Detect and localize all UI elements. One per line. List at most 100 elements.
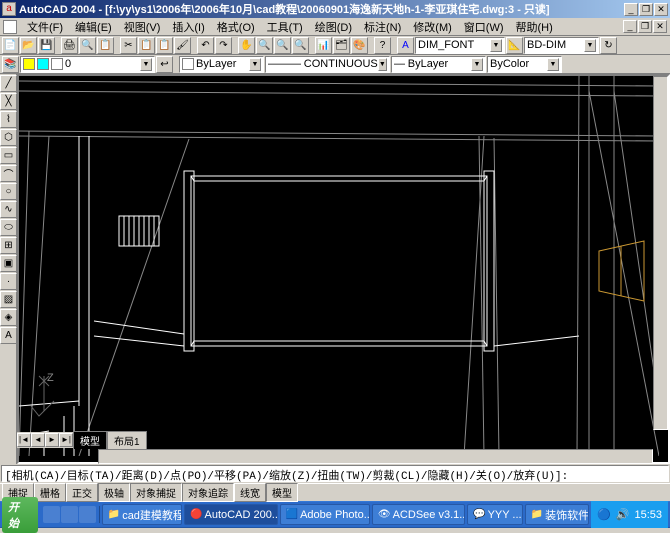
ortho-toggle[interactable]: 正交 bbox=[66, 483, 98, 502]
quicklaunch-icon[interactable] bbox=[43, 506, 60, 523]
otrack-toggle[interactable]: 对象追踪 bbox=[182, 483, 234, 502]
paste-button[interactable]: 📋 bbox=[156, 37, 173, 54]
viewport[interactable]: Z bbox=[17, 74, 670, 464]
lwt-toggle[interactable]: 线宽 bbox=[234, 483, 266, 502]
match-button[interactable]: 🖌 bbox=[174, 37, 191, 54]
doc-restore-button[interactable]: ❐ bbox=[638, 20, 652, 33]
color-dropdown[interactable]: ByLayer▼ bbox=[179, 56, 264, 73]
zoom-button[interactable]: 🔍 bbox=[256, 37, 273, 54]
zoom-prev-button[interactable]: 🔍 bbox=[292, 37, 309, 54]
region-tool[interactable]: ◈ bbox=[0, 309, 17, 326]
tab-model[interactable]: 模型 bbox=[73, 431, 107, 449]
horizontal-scrollbar[interactable] bbox=[98, 449, 653, 464]
menu-tools[interactable]: 工具(T) bbox=[261, 18, 309, 36]
taskbar: 开始 📁cad建模教程 🔴AutoCAD 200... 🟦Adobe Photo… bbox=[0, 501, 670, 528]
menu-format[interactable]: 格式(O) bbox=[211, 18, 261, 36]
taskbar-item[interactable]: 💬YYY ... bbox=[467, 504, 523, 525]
minimize-button[interactable]: _ bbox=[624, 3, 638, 16]
taskbar-item[interactable]: 📁cad建模教程 bbox=[102, 504, 182, 525]
new-button[interactable]: 📄 bbox=[2, 37, 19, 54]
dim-button[interactable]: 📐 bbox=[506, 37, 523, 54]
layer-dropdown[interactable]: 0▼ bbox=[20, 56, 155, 73]
menu-draw[interactable]: 绘图(D) bbox=[309, 18, 358, 36]
textstyle-dropdown[interactable]: DIM_FONT▼ bbox=[415, 37, 505, 54]
properties-button[interactable]: 📊 bbox=[315, 37, 332, 54]
doc-close-button[interactable]: ✕ bbox=[653, 20, 667, 33]
circle-tool[interactable]: ○ bbox=[0, 183, 17, 200]
start-button[interactable]: 开始 bbox=[2, 497, 38, 533]
menu-window[interactable]: 窗口(W) bbox=[458, 18, 510, 36]
layer-prev-button[interactable]: ↩ bbox=[156, 56, 173, 73]
print-button[interactable]: 🖨 bbox=[61, 37, 78, 54]
layer-freeze-icon bbox=[37, 58, 49, 70]
menu-dimension[interactable]: 标注(N) bbox=[358, 18, 407, 36]
save-button[interactable]: 💾 bbox=[38, 37, 55, 54]
xline-tool[interactable]: ╳ bbox=[0, 93, 17, 110]
dcenter-button[interactable]: 🗂 bbox=[333, 37, 350, 54]
block-tool[interactable]: ▣ bbox=[0, 255, 17, 272]
insert-tool[interactable]: ⊞ bbox=[0, 237, 17, 254]
spline-tool[interactable]: ∿ bbox=[0, 201, 17, 218]
dim-update-button[interactable]: ↻ bbox=[600, 37, 617, 54]
preview-button[interactable]: 🔍 bbox=[79, 37, 96, 54]
model-toggle[interactable]: 模型 bbox=[266, 483, 298, 502]
pline-tool[interactable]: ⌇ bbox=[0, 111, 17, 128]
text-button[interactable]: A bbox=[397, 37, 414, 54]
vertical-scrollbar[interactable] bbox=[653, 76, 668, 430]
dimstyle-dropdown[interactable]: BD-DIM▼ bbox=[524, 37, 599, 54]
plotstyle-dropdown[interactable]: ByColor▼ bbox=[487, 56, 562, 73]
tab-next-button[interactable]: ► bbox=[45, 433, 59, 447]
undo-button[interactable]: ↶ bbox=[197, 37, 214, 54]
line-tool[interactable]: ╱ bbox=[0, 75, 17, 92]
menu-help[interactable]: 帮助(H) bbox=[510, 18, 559, 36]
menu-modify[interactable]: 修改(M) bbox=[407, 18, 458, 36]
grid-toggle[interactable]: 栅格 bbox=[34, 483, 66, 502]
window-title: AutoCAD 2004 - [f:\yy\ys1\2006年\2006年10月… bbox=[19, 1, 624, 17]
taskbar-item[interactable]: 🔴AutoCAD 200... bbox=[184, 504, 278, 525]
linetype-dropdown[interactable]: ——— CONTINUOUS▼ bbox=[265, 56, 390, 73]
taskbar-item[interactable]: 📁装饰软件 bbox=[525, 504, 589, 525]
layer-props-button[interactable]: 📚 bbox=[2, 56, 19, 73]
menu-edit[interactable]: 编辑(E) bbox=[69, 18, 118, 36]
help-button[interactable]: ? bbox=[374, 37, 391, 54]
tab-first-button[interactable]: |◄ bbox=[17, 433, 31, 447]
lineweight-dropdown[interactable]: — ByLayer▼ bbox=[391, 56, 486, 73]
hatch-tool[interactable]: ▨ bbox=[0, 291, 17, 308]
ellipse-tool[interactable]: ⬭ bbox=[0, 219, 17, 236]
cut-button[interactable]: ✂ bbox=[120, 37, 137, 54]
arc-tool[interactable]: ⌒ bbox=[0, 165, 17, 182]
quicklaunch-icon[interactable] bbox=[61, 506, 78, 523]
tab-prev-button[interactable]: ◄ bbox=[31, 433, 45, 447]
redo-button[interactable]: ↷ bbox=[215, 37, 232, 54]
polygon-tool[interactable]: ⬡ bbox=[0, 129, 17, 146]
toolpal-button[interactable]: 🎨 bbox=[351, 37, 368, 54]
taskbar-item[interactable]: 👁ACDSee v3.1... bbox=[372, 504, 465, 525]
pan-button[interactable]: ✋ bbox=[238, 37, 255, 54]
menu-insert[interactable]: 插入(I) bbox=[166, 18, 210, 36]
command-line[interactable]: [相机(CA)/目标(TA)/距离(D)/点(PO)/平移(PA)/缩放(Z)/… bbox=[1, 465, 669, 482]
doc-minimize-button[interactable]: _ bbox=[623, 20, 637, 33]
draw-toolbar: ╱ ╳ ⌇ ⬡ ▭ ⌒ ○ ∿ ⬭ ⊞ ▣ · ▨ ◈ A bbox=[0, 74, 17, 464]
copy-button[interactable]: 📋 bbox=[138, 37, 155, 54]
tab-last-button[interactable]: ►| bbox=[59, 433, 73, 447]
osnap-toggle[interactable]: 对象捕捉 bbox=[130, 483, 182, 502]
maximize-button[interactable]: ❐ bbox=[639, 3, 653, 16]
tray-icon[interactable]: 🔊 bbox=[616, 508, 630, 521]
polar-toggle[interactable]: 极轴 bbox=[98, 483, 130, 502]
zoom-window-button[interactable]: 🔍 bbox=[274, 37, 291, 54]
close-button[interactable]: ✕ bbox=[654, 3, 668, 16]
document-icon bbox=[3, 20, 17, 34]
rect-tool[interactable]: ▭ bbox=[0, 147, 17, 164]
clock: 15:53 bbox=[634, 509, 662, 521]
text-tool[interactable]: A bbox=[0, 327, 17, 344]
taskbar-item[interactable]: 🟦Adobe Photo... bbox=[280, 504, 370, 525]
system-tray[interactable]: 🔵 🔊 15:53 bbox=[591, 501, 668, 528]
tray-icon[interactable]: 🔵 bbox=[597, 508, 611, 521]
quicklaunch-icon[interactable] bbox=[79, 506, 96, 523]
tab-layout1[interactable]: 布局1 bbox=[107, 431, 147, 449]
point-tool[interactable]: · bbox=[0, 273, 17, 290]
open-button[interactable]: 📂 bbox=[20, 37, 37, 54]
menu-file[interactable]: 文件(F) bbox=[21, 18, 69, 36]
publish-button[interactable]: 📋 bbox=[97, 37, 114, 54]
menu-view[interactable]: 视图(V) bbox=[118, 18, 167, 36]
